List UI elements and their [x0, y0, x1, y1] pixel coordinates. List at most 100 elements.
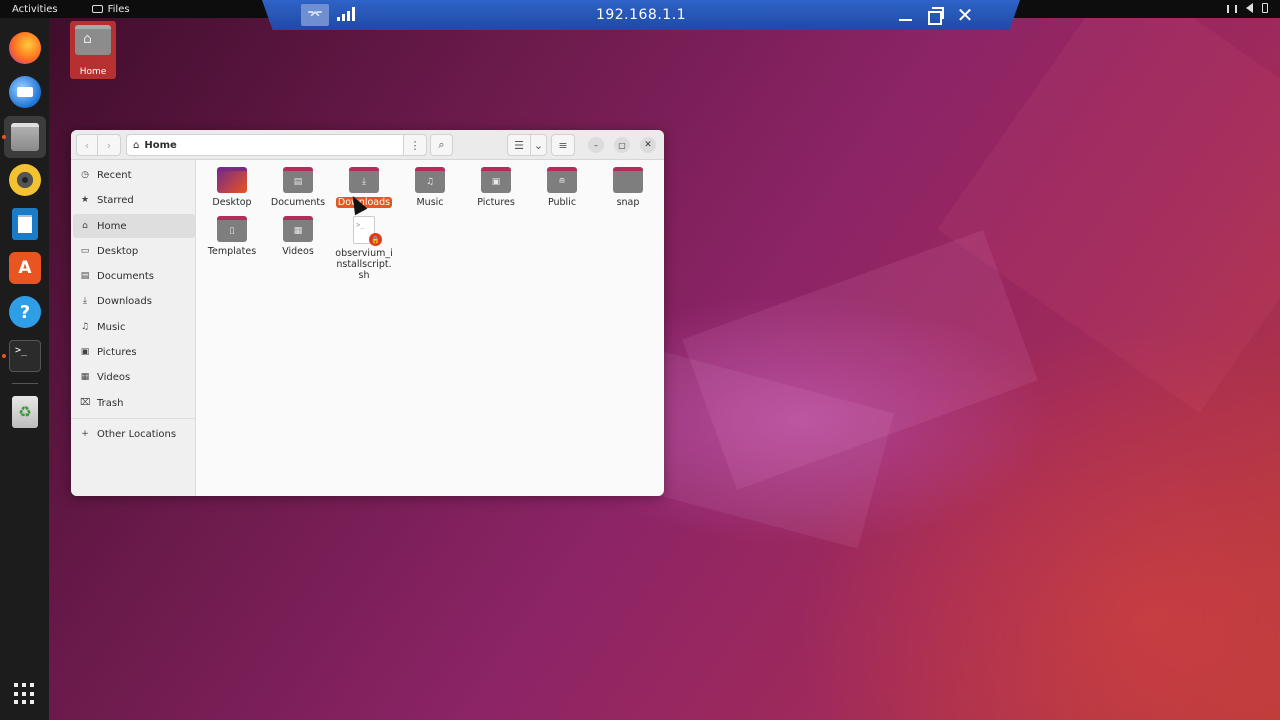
show-applications-icon[interactable]: [14, 683, 36, 705]
lock-icon: 🔒: [369, 233, 382, 246]
sidebar-item-other-locations[interactable]: + Other Locations: [73, 422, 195, 446]
trash-icon[interactable]: ♻: [12, 396, 38, 428]
star-icon: ★: [80, 195, 90, 205]
file-item-pictures[interactable]: ▣ Pictures: [464, 167, 528, 208]
battery-icon: [1262, 3, 1268, 13]
search-button[interactable]: ⌕: [430, 134, 453, 156]
home-icon: ⌂: [133, 139, 140, 151]
running-indicator: [2, 135, 6, 139]
file-item-videos[interactable]: ▦ Videos: [266, 216, 330, 257]
file-grid: Desktop ▤ Documents ⤓ Downloads ♫ Music …: [197, 160, 664, 496]
file-name: Desktop: [212, 197, 252, 208]
sidebar-item-documents[interactable]: ▤ Documents: [73, 264, 195, 288]
file-item-documents[interactable]: ▤ Documents: [266, 167, 330, 208]
help-icon[interactable]: ?: [9, 296, 41, 328]
file-name: Public: [547, 197, 577, 208]
sidebar-item-label: Documents: [97, 270, 155, 282]
sidebar-item-label: Home: [97, 220, 127, 232]
sidebar-item-recent[interactable]: ◷ Recent: [73, 163, 195, 187]
file-item-script[interactable]: >_ 🔒 observium_installscript.sh: [332, 216, 396, 281]
rhythmbox-icon[interactable]: [9, 164, 41, 196]
list-view-button[interactable]: ☰: [507, 134, 531, 156]
main-menu-button[interactable]: ≡: [551, 134, 575, 156]
remote-restore-button[interactable]: [924, 4, 946, 26]
folder-icon: [91, 5, 103, 13]
path-current-label: Home: [144, 139, 177, 151]
libreoffice-writer-icon[interactable]: [12, 208, 38, 240]
dock-separator: [12, 383, 38, 384]
sidebar-item-starred[interactable]: ★ Starred: [73, 188, 195, 212]
house-icon: ⌂: [83, 31, 92, 47]
file-item-snap[interactable]: snap: [596, 167, 660, 208]
app-menu-label: Files: [107, 3, 130, 15]
sidebar-item-label: Recent: [97, 169, 132, 181]
close-button[interactable]: ✕: [640, 137, 656, 153]
forward-button[interactable]: ›: [97, 134, 121, 156]
file-name: snap: [616, 197, 640, 208]
folder-icon: [217, 167, 247, 193]
thunderbird-icon[interactable]: [9, 76, 41, 108]
sidebar-item-pictures[interactable]: ▣ Pictures: [73, 340, 195, 364]
remote-minimize-button[interactable]: [894, 4, 916, 26]
trash-icon: ⌧: [80, 398, 91, 408]
folder-icon: [613, 167, 643, 193]
sidebar-item-label: Videos: [97, 371, 131, 383]
music-folder-icon: ♫: [415, 167, 445, 193]
sidebar-item-home[interactable]: ⌂ Home: [73, 214, 195, 238]
sidebar-item-music[interactable]: ♫ Music: [73, 315, 195, 339]
file-item-music[interactable]: ♫ Music: [398, 167, 462, 208]
videos-folder-icon: ▦: [283, 216, 313, 242]
sidebar-item-videos[interactable]: ▦ Videos: [73, 365, 195, 389]
back-button[interactable]: ‹: [76, 134, 98, 156]
file-item-templates[interactable]: ▯ Templates: [200, 216, 264, 257]
file-manager-window: ‹ › ⌂ Home ⋮ ⌕ ☰ ⌄ ≡ – ▢ ✕ ◷ Recent ★ St…: [71, 130, 664, 496]
public-folder-icon: ≘: [547, 167, 577, 193]
file-name: Pictures: [477, 197, 515, 208]
script-file-icon: >_ 🔒: [353, 216, 382, 246]
sidebar-item-label: Downloads: [97, 295, 152, 307]
music-icon: ♫: [80, 322, 90, 332]
path-bar[interactable]: ⌂ Home: [126, 134, 425, 156]
downloads-folder-icon: ⤓: [349, 167, 379, 193]
sidebar-item-label: Pictures: [97, 346, 137, 358]
folder-icon: [75, 25, 111, 55]
view-options-button[interactable]: ⌄: [530, 134, 547, 156]
system-tray[interactable]: [1227, 3, 1268, 13]
path-menu-button[interactable]: ⋮: [403, 134, 427, 156]
sidebar: ◷ Recent ★ Starred ⌂ Home ▭ Desktop ▤ Do…: [71, 160, 196, 496]
firefox-icon[interactable]: [9, 32, 41, 64]
sidebar-item-trash[interactable]: ⌧ Trash: [73, 391, 195, 415]
dock: A ? >_ ♻: [0, 18, 49, 720]
pictures-folder-icon: ▣: [481, 167, 511, 193]
file-item-desktop[interactable]: Desktop: [200, 167, 264, 208]
remote-connection-bar: ⌤ 192.168.1.1 ✕: [262, 0, 1020, 30]
desktop-home-icon[interactable]: ⌂ Home: [70, 21, 116, 79]
app-menu-files[interactable]: Files: [91, 3, 130, 15]
sidebar-item-label: Other Locations: [97, 428, 177, 440]
terminal-icon[interactable]: >_: [9, 340, 41, 372]
file-name: Documents: [270, 197, 326, 208]
sidebar-separator: [71, 418, 196, 419]
remote-close-button[interactable]: ✕: [954, 3, 976, 27]
activities-button[interactable]: Activities: [12, 4, 58, 15]
picture-icon: ▣: [80, 347, 90, 357]
minimize-button[interactable]: –: [588, 137, 604, 153]
home-icon: ⌂: [82, 221, 88, 231]
volume-icon: [1246, 3, 1253, 13]
file-item-public[interactable]: ≘ Public: [530, 167, 594, 208]
sidebar-item-downloads[interactable]: ⤓ Downloads: [73, 289, 195, 313]
sidebar-item-desktop[interactable]: ▭ Desktop: [73, 239, 195, 263]
sidebar-item-label: Starred: [97, 194, 134, 206]
files-app-icon[interactable]: [9, 121, 41, 153]
maximize-button[interactable]: ▢: [614, 137, 630, 153]
video-icon: ▦: [80, 372, 90, 382]
documents-folder-icon: ▤: [283, 167, 313, 193]
sidebar-item-label: Trash: [97, 397, 124, 409]
file-name: Templates: [207, 246, 257, 257]
download-icon: ⤓: [83, 296, 87, 306]
file-name: Videos: [282, 246, 314, 257]
clock-icon: ◷: [81, 170, 89, 180]
ubuntu-software-icon[interactable]: A: [9, 252, 41, 284]
desktop-home-label: Home: [79, 67, 107, 77]
file-name: Music: [416, 197, 444, 208]
